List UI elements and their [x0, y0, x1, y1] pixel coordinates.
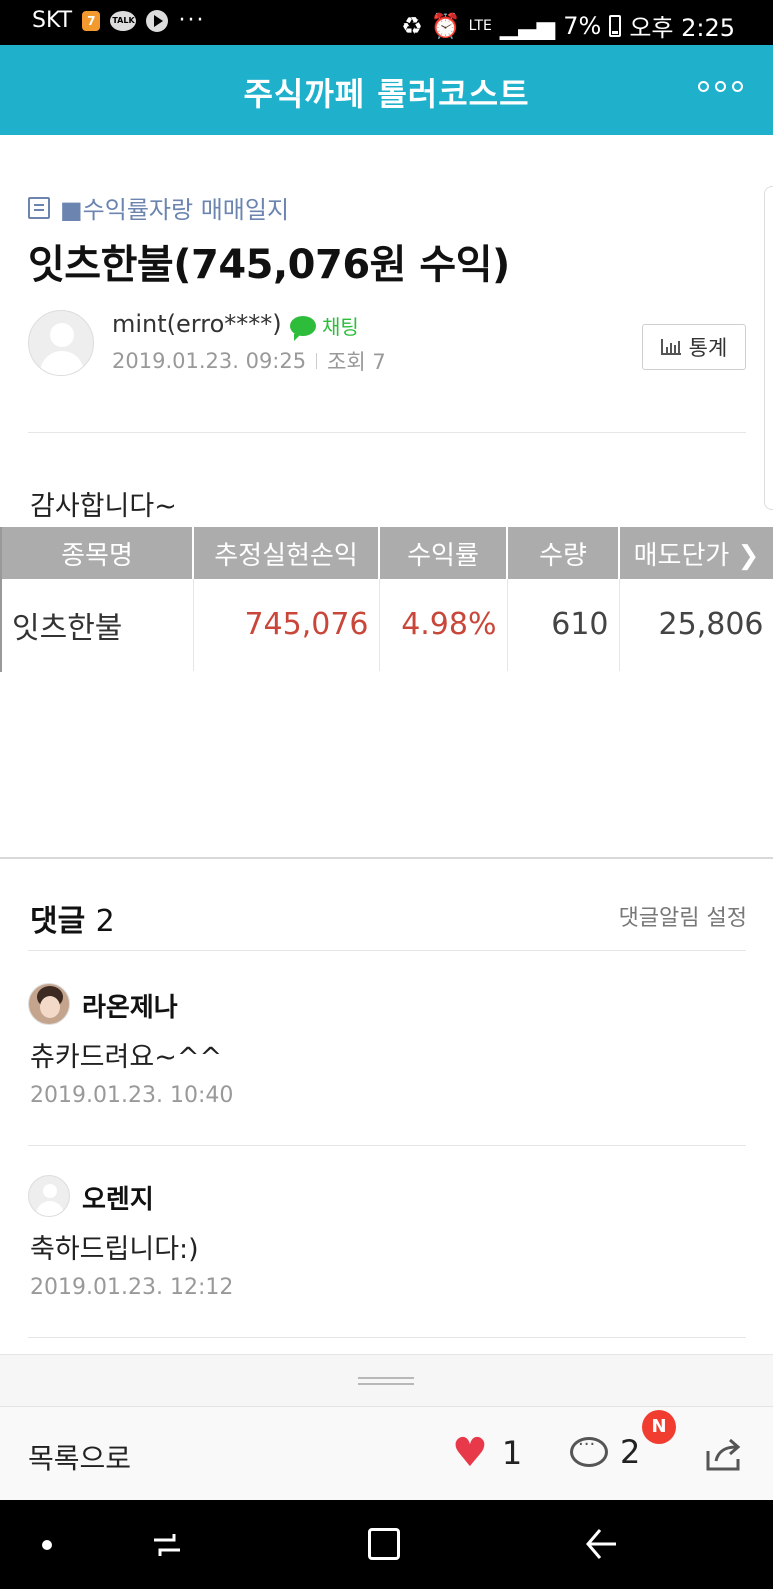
header-return-rate: 수익률: [379, 527, 508, 579]
comments-title: 댓글: [30, 904, 86, 939]
divider: [28, 950, 746, 951]
notification-badge-icon: 7: [82, 10, 101, 31]
cell-rate: 4.98%: [379, 579, 508, 672]
post-title: 잇츠한불(745,076원 수익): [28, 242, 510, 288]
cell-price: 25,806: [619, 579, 773, 672]
lte-icon: LTE: [468, 17, 492, 34]
comment-item: 라온제나 츄카드려요~^^ 2019.01.23. 10:40: [28, 983, 746, 1108]
chat-button[interactable]: 채팅: [290, 311, 359, 341]
alarm-icon: ⏰: [430, 11, 461, 40]
back-icon[interactable]: [584, 1526, 618, 1562]
more-icon[interactable]: [698, 81, 743, 92]
commenter-avatar[interactable]: [28, 983, 70, 1025]
system-nav-bar: [0, 1500, 773, 1589]
comments-header: 댓글 2: [30, 896, 115, 940]
commenter-name[interactable]: 라온제나: [82, 987, 178, 1024]
board-name: ■수익률자랑 매매일지: [60, 196, 290, 224]
chat-label: 채팅: [322, 315, 359, 339]
new-badge: N: [642, 1410, 676, 1444]
drag-handle-icon[interactable]: [358, 1377, 414, 1385]
comment-count: 2: [620, 1433, 641, 1471]
stats-label: 통계: [688, 336, 728, 360]
comment-item: 오렌지 축하드립니다:) 2019.01.23. 12:12: [28, 1175, 746, 1300]
view-count: 조회 7: [327, 350, 386, 374]
header-estimated-profit: 추정실현손익: [193, 527, 380, 579]
table-header-row: 종목명 추정실현손익 수익률 수량 매도단가 ❯: [0, 527, 773, 579]
post-body: 감사합니다~: [30, 491, 177, 522]
recent-apps-icon[interactable]: [150, 1528, 184, 1562]
heart-icon: ♥: [452, 1430, 488, 1476]
comments-count: 2: [95, 904, 115, 939]
side-panel-handle[interactable]: [764, 186, 773, 510]
share-icon[interactable]: [704, 1437, 744, 1473]
commenter-name[interactable]: 오렌지: [82, 1179, 154, 1216]
comment-date: 2019.01.23. 10:40: [30, 1083, 234, 1108]
comment-date: 2019.01.23. 12:12: [30, 1275, 234, 1300]
cell-stock-name: 잇츠한불: [0, 579, 194, 672]
comment-text: 츄카드려요~^^: [30, 1042, 223, 1073]
table-row: 잇츠한불 745,076 4.98% 610 25,806: [0, 579, 773, 672]
comment-alert-settings[interactable]: 댓글알림 설정: [619, 900, 747, 932]
like-count: 1: [501, 1434, 523, 1472]
drawer-handle-area[interactable]: [0, 1354, 773, 1406]
cell-quantity: 610: [507, 579, 620, 672]
comment-icon: [570, 1434, 608, 1467]
play-icon: [146, 9, 169, 32]
author-name[interactable]: mint(erro****): [112, 310, 282, 338]
like-button[interactable]: ♥ 1: [452, 1433, 522, 1473]
back-to-list-button[interactable]: 목록으로: [28, 1437, 131, 1477]
author-avatar[interactable]: [28, 310, 94, 376]
nav-dot-icon[interactable]: [42, 1540, 52, 1550]
board-link[interactable]: ■수익률자랑 매매일지: [28, 190, 289, 225]
more-notifications-icon: ···: [178, 8, 206, 33]
meta-separator: [316, 353, 318, 369]
app-header: 주식까페 롤러코스트: [0, 45, 773, 135]
clock: 오후 2:25: [629, 14, 735, 42]
status-right: ♻ ⏰ LTE ▁▃▅ 7% 오후 2:25: [401, 8, 735, 43]
battery-icon: [609, 14, 622, 37]
cafe-title[interactable]: 주식까페 롤러코스트: [0, 69, 773, 115]
list-icon: [28, 196, 50, 219]
post-date: 2019.01.23. 09:25: [112, 349, 307, 373]
status-bar: SKT 7 TALK ··· ♻ ⏰ LTE ▁▃▅ 7% 오후 2:25: [0, 0, 773, 45]
recycle-icon: ♻: [401, 11, 423, 40]
header-stock-name: 종목명: [0, 527, 194, 579]
comment-text: 축하드립니다:): [30, 1234, 199, 1265]
divider: [28, 1145, 746, 1146]
comment-button[interactable]: 2: [570, 1433, 640, 1471]
bar-chart-icon: [660, 339, 681, 355]
home-icon[interactable]: [368, 1528, 400, 1560]
cell-profit: 745,076: [193, 579, 380, 672]
talk-icon: TALK: [110, 10, 137, 31]
divider: [28, 1337, 746, 1338]
divider: [28, 432, 746, 433]
chat-icon: [290, 315, 316, 341]
signal-icon: ▁▃▅: [499, 11, 556, 40]
header-sell-price[interactable]: 매도단가 ❯: [619, 527, 773, 579]
trade-table: 종목명 추정실현손익 수익률 수량 매도단가 ❯ 잇츠한불 745,076 4.…: [0, 527, 773, 672]
header-quantity: 수량: [507, 527, 620, 579]
status-left: SKT 7 TALK ···: [32, 8, 205, 33]
commenter-avatar[interactable]: [28, 1175, 70, 1217]
stats-button[interactable]: 통계: [642, 324, 746, 370]
post-meta: 2019.01.23. 09:25 조회 7: [112, 346, 386, 376]
battery-percent: 7%: [563, 11, 602, 40]
section-divider: [0, 857, 773, 859]
carrier-label: SKT: [32, 8, 73, 33]
